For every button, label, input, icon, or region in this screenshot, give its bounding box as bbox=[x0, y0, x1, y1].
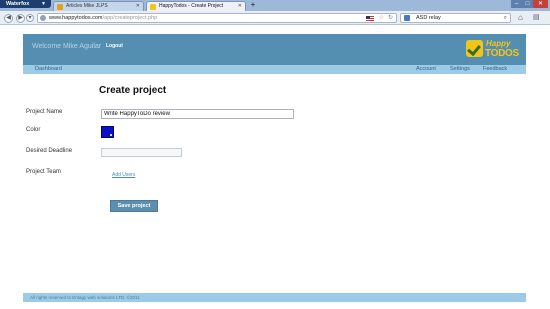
app-menu-button[interactable]: Waterfox ▼ bbox=[0, 0, 51, 8]
chevron-down-icon: ▼ bbox=[41, 1, 46, 7]
web-page: Welcome Mike Aguilar Logout Happy TODOS … bbox=[0, 26, 550, 309]
project-team-label: Project Team bbox=[26, 169, 61, 175]
add-users-link[interactable]: Add Users bbox=[112, 172, 135, 179]
color-label: Color bbox=[26, 127, 41, 133]
save-project-button[interactable]: Save project bbox=[110, 200, 158, 212]
close-window-icon[interactable]: ✕ bbox=[533, 0, 548, 8]
search-query: ASD relay bbox=[416, 15, 441, 21]
forward-arrow-icon[interactable]: ▶ bbox=[16, 14, 25, 23]
site-nav-bar: Dashboard Account Settings Feedback bbox=[23, 65, 526, 74]
tab-label: HappyTodos - Create Project bbox=[159, 3, 224, 9]
nav-dashboard-link[interactable]: Dashboard bbox=[35, 65, 62, 74]
window-controls: – □ ✕ bbox=[511, 0, 548, 8]
welcome-text: Welcome Mike Aguilar bbox=[32, 43, 102, 50]
app-menu-label: Waterfox bbox=[6, 1, 30, 7]
address-bar[interactable]: www.happytodos.com/app/createproject.php… bbox=[37, 13, 397, 23]
us-flag-icon bbox=[366, 16, 374, 21]
nav-feedback-link[interactable]: Feedback bbox=[483, 65, 507, 74]
nav-settings-link[interactable]: Settings bbox=[450, 65, 470, 74]
site-header: Welcome Mike Aguilar Logout Happy TODOS bbox=[23, 34, 526, 65]
search-icon[interactable]: ⌕ bbox=[504, 14, 507, 23]
checkmark-logo-icon bbox=[466, 40, 483, 57]
star-icon[interactable]: ☆ bbox=[379, 14, 384, 23]
back-arrow-icon[interactable]: ◀ bbox=[4, 14, 13, 23]
site-footer: All rights reserved to Entagy web soluti… bbox=[23, 293, 526, 302]
project-name-label: Project Name bbox=[26, 109, 63, 115]
page-title: Create project bbox=[99, 85, 167, 96]
tab-label: Articles Mike JLPS bbox=[66, 3, 108, 9]
browser-tab-strip: Waterfox ▼ Articles Mike JLPS ✕ HappyTod… bbox=[0, 0, 550, 11]
happytodos-favicon-icon bbox=[150, 4, 156, 10]
logout-link[interactable]: Logout bbox=[106, 42, 123, 51]
logo-word-happy: Happy bbox=[486, 39, 511, 48]
home-icon[interactable]: ⌂ bbox=[518, 14, 523, 22]
bookmarks-icon[interactable]: ▤ bbox=[533, 14, 540, 22]
logo-word-todos: TODOS bbox=[485, 48, 519, 59]
tab-create-project[interactable]: HappyTodos - Create Project ✕ bbox=[146, 1, 246, 11]
happytodos-logo[interactable]: Happy TODOS bbox=[466, 39, 521, 61]
site-identity-icon bbox=[40, 15, 46, 21]
close-tab-icon[interactable]: ✕ bbox=[238, 2, 242, 11]
url-text: www.happytodos.com/app/createproject.php bbox=[49, 14, 157, 23]
color-picker-swatch[interactable] bbox=[101, 126, 114, 138]
page-favicon-icon bbox=[57, 4, 63, 10]
search-engine-icon[interactable] bbox=[404, 15, 410, 21]
close-tab-icon[interactable]: ✕ bbox=[136, 2, 140, 11]
browser-navigation-bar: ◀ ▶ ▾ www.happytodos.com/app/createproje… bbox=[0, 11, 550, 25]
nav-account-link[interactable]: Account bbox=[416, 65, 436, 74]
url-path: /app/createproject.php bbox=[102, 15, 158, 21]
minimize-icon[interactable]: – bbox=[511, 0, 522, 8]
url-host: www.happytodos.com bbox=[49, 15, 103, 21]
desired-deadline-input[interactable] bbox=[101, 148, 182, 157]
copyright-text: All rights reserved to Entagy web soluti… bbox=[30, 295, 140, 300]
dropdown-history-icon[interactable]: ▾ bbox=[26, 14, 34, 22]
tab-articles[interactable]: Articles Mike JLPS ✕ bbox=[53, 1, 144, 11]
search-bar[interactable]: ASD relay ⌕ bbox=[400, 13, 511, 23]
refresh-icon[interactable]: ↻ bbox=[388, 14, 393, 23]
project-name-input[interactable] bbox=[101, 109, 294, 119]
desired-deadline-label: Desired Deadline bbox=[26, 148, 73, 154]
new-tab-button[interactable]: + bbox=[247, 1, 259, 10]
maximize-icon[interactable]: □ bbox=[522, 0, 533, 8]
